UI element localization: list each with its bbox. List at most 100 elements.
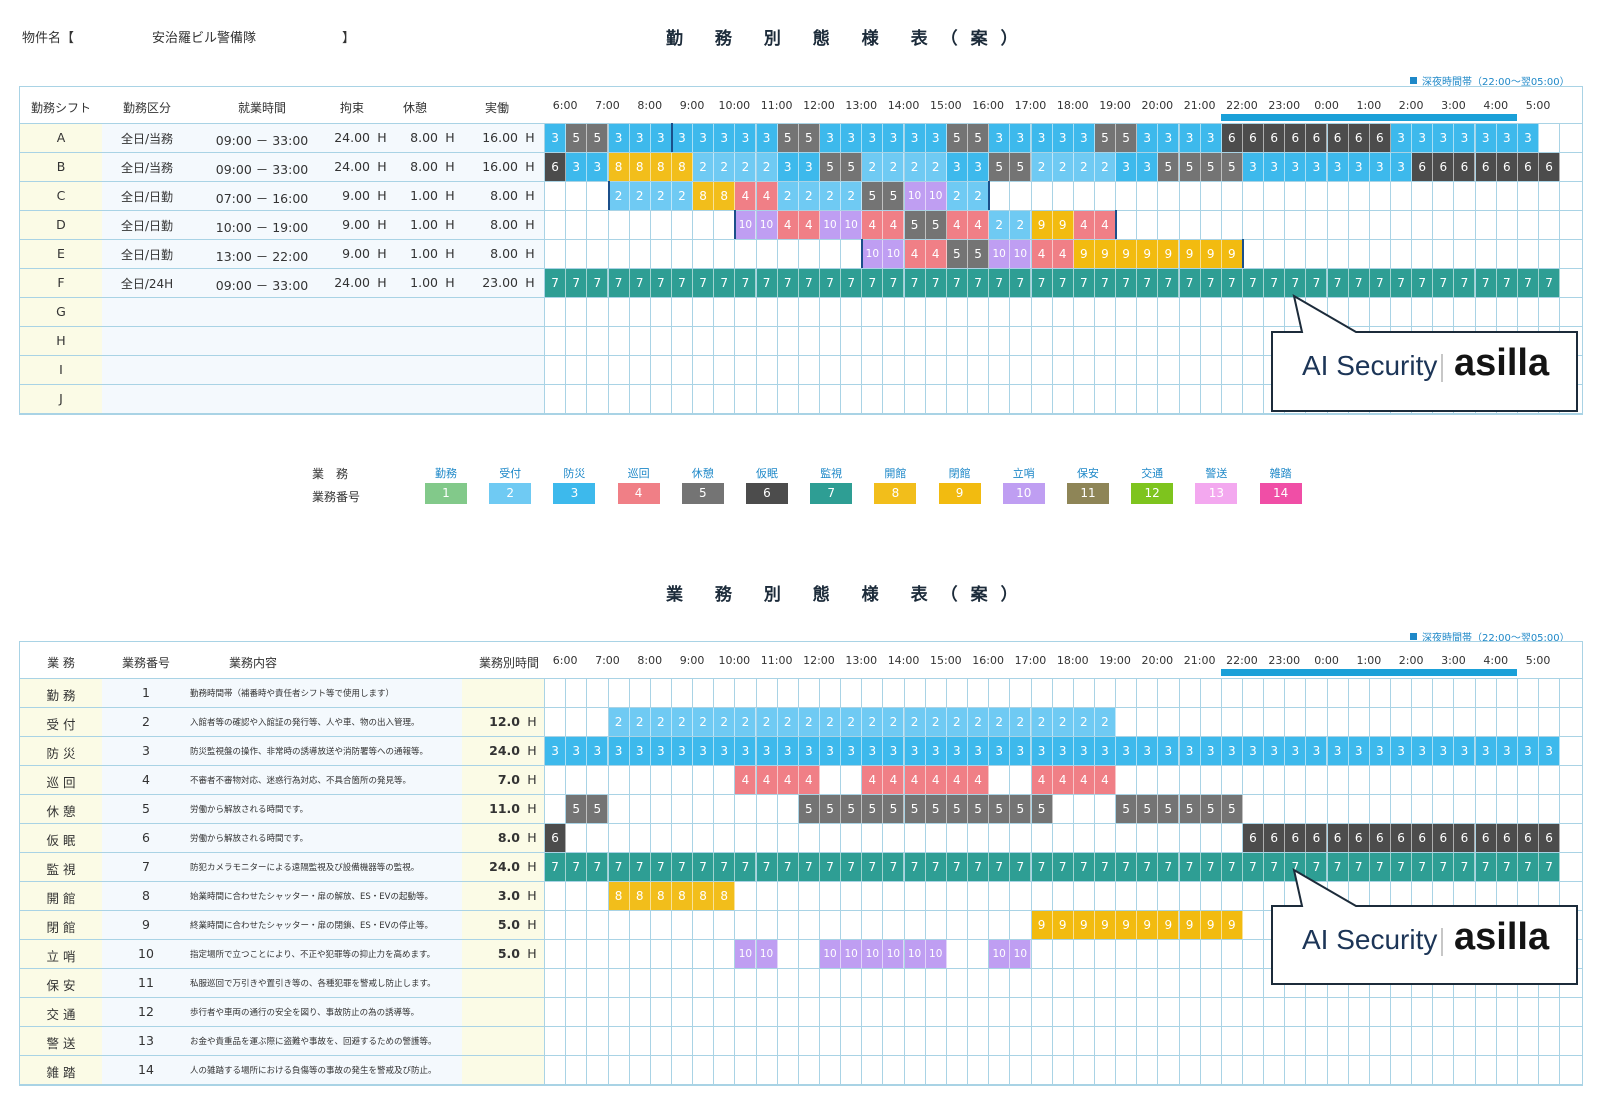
shift-E-slot: 9 bbox=[1073, 240, 1095, 268]
task-3-slot: 3 bbox=[1433, 737, 1455, 765]
task-7-slot: 7 bbox=[650, 853, 672, 881]
shift-F-slot: 7 bbox=[1010, 269, 1032, 297]
task-3-slot: 3 bbox=[714, 737, 736, 765]
task-2-slot: 2 bbox=[608, 708, 630, 736]
hour-label-7:00: 7:00 bbox=[595, 99, 620, 112]
shift-start-marker bbox=[734, 210, 737, 239]
page-title: 勤 務 別 態 様 表（案） bbox=[666, 29, 1031, 49]
shift-E-slot: 5 bbox=[968, 240, 990, 268]
task-6-slot: 6 bbox=[1391, 824, 1413, 852]
legend-code-10: 10 bbox=[1002, 483, 1045, 504]
hour-label-16:00: 16:00 bbox=[972, 99, 1004, 112]
ai-security-text: AI Security bbox=[1302, 350, 1438, 381]
shift-time: 09:00 － 33:00 bbox=[215, 133, 309, 148]
shift-F-slot: 7 bbox=[545, 269, 567, 297]
shift-B-slot: 6 bbox=[545, 153, 567, 181]
task-3-slot: 3 bbox=[587, 737, 609, 765]
shift-B-slot: 3 bbox=[946, 153, 968, 181]
task-5-slot: 5 bbox=[1200, 795, 1222, 823]
shift-C-slot: 2 bbox=[841, 182, 863, 210]
task-4-slot: 4 bbox=[777, 766, 799, 794]
header-rest: 休憩 bbox=[402, 101, 427, 115]
hour-label-11:00: 11:00 bbox=[760, 654, 793, 667]
task-6-slot: 6 bbox=[1412, 824, 1434, 852]
legend-code-5: 5 bbox=[681, 483, 724, 504]
unit-h: H bbox=[445, 130, 455, 145]
task-7-slot: 7 bbox=[587, 853, 609, 881]
shift-A-slot: 6 bbox=[1285, 124, 1307, 152]
task-6-slot: 6 bbox=[1242, 824, 1264, 852]
shift-B-slot: 6 bbox=[1433, 153, 1455, 181]
shift-C-slot: 2 bbox=[650, 182, 672, 210]
task-hours: 5.0 bbox=[497, 946, 520, 961]
header-content: 業務内容 bbox=[228, 656, 277, 670]
night-band-swatch bbox=[1410, 633, 1417, 640]
task-5-slot: 5 bbox=[1010, 795, 1032, 823]
hour-label-4:00: 4:00 bbox=[1483, 99, 1509, 112]
shift-B-slot: 6 bbox=[1475, 153, 1497, 181]
hour-label-9:00: 9:00 bbox=[679, 99, 705, 112]
hour-label-5:00: 5:00 bbox=[1525, 654, 1551, 667]
shift-A-slot: 6 bbox=[1348, 124, 1370, 152]
shift-A-slot: 6 bbox=[1221, 124, 1243, 152]
hour-label-21:00: 21:00 bbox=[1183, 654, 1216, 667]
task-10-slot: 10 bbox=[756, 940, 778, 968]
task-hours: 7.0 bbox=[497, 772, 520, 787]
shift-start-marker bbox=[607, 181, 610, 210]
shift-D-slot: 4 bbox=[968, 211, 990, 239]
hour-label-6:00: 6:00 bbox=[552, 99, 578, 112]
task-5-slot: 5 bbox=[1221, 795, 1243, 823]
legend-code-7: 7 bbox=[810, 483, 853, 504]
shift-code: E bbox=[57, 246, 65, 261]
unit-h: H bbox=[525, 275, 535, 290]
shift-B-slot: 8 bbox=[629, 153, 651, 181]
task-10-slot: 10 bbox=[883, 940, 905, 968]
shift-D-slot: 10 bbox=[735, 211, 757, 239]
unit-h: H bbox=[525, 130, 535, 145]
shift-A-slot: 3 bbox=[608, 124, 630, 152]
night-band-bar bbox=[1220, 114, 1517, 121]
shift-F-slot: 7 bbox=[1052, 269, 1074, 297]
shift-B-slot: 3 bbox=[1369, 153, 1391, 181]
task-2-slot: 2 bbox=[1031, 708, 1053, 736]
task-9-slot: 9 bbox=[1158, 911, 1180, 939]
shift-F-slot: 7 bbox=[1200, 269, 1222, 297]
shift-D-slot: 4 bbox=[1073, 211, 1095, 239]
shift-D-slot: 10 bbox=[820, 211, 842, 239]
shift-A-slot: 3 bbox=[904, 124, 926, 152]
task-2-slot: 2 bbox=[693, 708, 715, 736]
shift-A-slot: 3 bbox=[693, 124, 715, 152]
shift-B-slot: 2 bbox=[862, 153, 884, 181]
shift-F-slot: 7 bbox=[1179, 269, 1201, 297]
header-num: 業務番号 bbox=[121, 656, 170, 670]
task-number: 2 bbox=[142, 714, 150, 729]
shift-B-slot: 3 bbox=[1137, 153, 1159, 181]
task-description: 指定場所で立つことにより、不正や犯罪等の抑止力を高めます。 bbox=[190, 950, 436, 960]
unit-h: H bbox=[527, 772, 537, 787]
task-5-slot: 5 bbox=[1179, 795, 1201, 823]
logo-divider bbox=[1441, 354, 1443, 382]
shift-E-slot: 10 bbox=[989, 240, 1011, 268]
task-7-slot: 7 bbox=[1094, 853, 1116, 881]
hour-label-11:00: 11:00 bbox=[760, 99, 793, 112]
shift-F-slot: 7 bbox=[862, 269, 884, 297]
task-3-slot: 3 bbox=[989, 737, 1011, 765]
shift-B-slot: 3 bbox=[1391, 153, 1413, 181]
actual-hours: 23.00 bbox=[482, 275, 518, 290]
shift-E-slot: 4 bbox=[1052, 240, 1074, 268]
shift-E-slot: 4 bbox=[925, 240, 947, 268]
task-3-slot: 3 bbox=[735, 737, 757, 765]
task-number: 12 bbox=[138, 1004, 154, 1019]
task-name: 受 付 bbox=[46, 717, 76, 732]
shift-A-slot: 3 bbox=[1496, 124, 1518, 152]
hour-label-15:00: 15:00 bbox=[929, 654, 962, 667]
shift-A-slot: 3 bbox=[1200, 124, 1222, 152]
shift-B-slot: 3 bbox=[587, 153, 609, 181]
hour-label-16:00: 16:00 bbox=[972, 654, 1004, 667]
shift-B-slot: 8 bbox=[650, 153, 672, 181]
task-8-slot: 8 bbox=[650, 882, 672, 910]
hour-label-1:00: 1:00 bbox=[1356, 99, 1382, 112]
task-3-slot: 3 bbox=[1285, 737, 1307, 765]
shift-C-slot: 2 bbox=[968, 182, 990, 210]
task-5-slot: 5 bbox=[566, 795, 588, 823]
